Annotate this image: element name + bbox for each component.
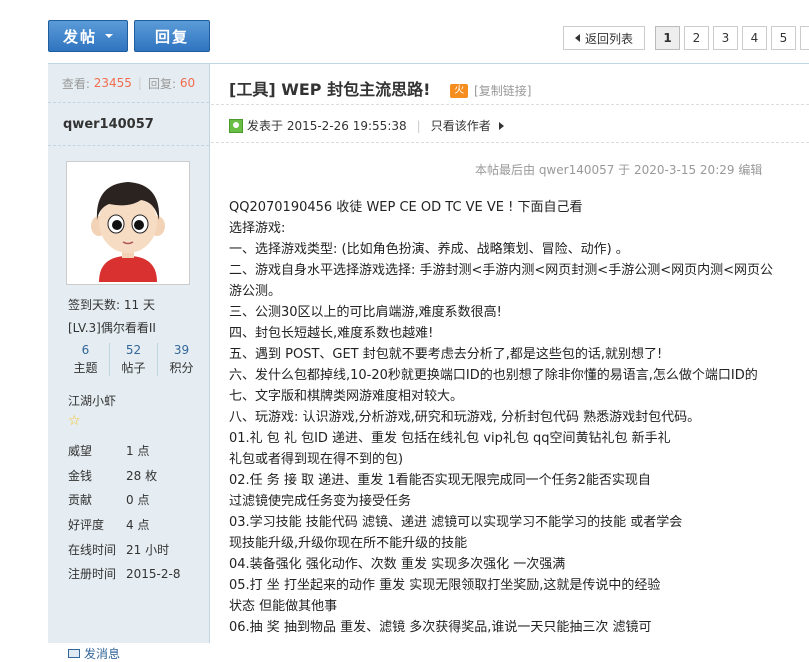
author-sidebar: 查看: 23455 | 回复: 60 qwer140057 签到天数: 11 天… xyxy=(48,64,210,661)
content-line: 六、发什么包都掉线,10-20秒就更换端口ID的也别想了除非你懂的易语言,怎么做… xyxy=(229,368,758,383)
count-topics[interactable]: 6 主题 xyxy=(62,343,110,376)
profile-row: 贡献 0 点 xyxy=(68,493,150,508)
content-line: 过滤镜使完成任务变为接受任务 xyxy=(229,494,412,509)
signin-days: 签到天数: 11 天 xyxy=(68,298,155,312)
author-only-link[interactable]: 只看该作者 xyxy=(431,117,491,134)
page-2[interactable]: 2 xyxy=(684,26,709,50)
profile-list: 威望 1 点 金钱 28 枚 贡献 0 点 好评度 4 点 在线时间 21 小时 注册时间… xyxy=(68,438,180,586)
hot-icon: 火 xyxy=(450,84,469,98)
content-line: 01.礼 包 礼 包ID 递进、重发 包括在线礼包 vip礼包 qq空间黄钻礼包… xyxy=(229,431,671,446)
profile-row: 在线时间 21 小时 xyxy=(68,542,170,557)
send-message-link[interactable]: 发消息 xyxy=(68,645,120,662)
page-4[interactable]: 4 xyxy=(742,26,767,50)
avatar[interactable] xyxy=(66,161,190,285)
post-main: [工具] WEP 封包主流思路! 火 [复制链接] 发表于 2015-2-26 … xyxy=(211,64,809,643)
chevron-right-icon xyxy=(498,121,504,130)
post-time: 发表于 2015-2-26 19:55:38 xyxy=(247,119,407,133)
content-line: 五、遇到 POST、GET 封包就不要考虑去分析了,都是这些包的话,就别想了! xyxy=(229,347,663,362)
views-label: 查看: xyxy=(61,76,90,91)
post-button-label: 发帖 xyxy=(62,27,97,46)
profile-row: 注册时间 2015-2-8 xyxy=(68,566,181,582)
user-counts: 6 主题 52 帖子 39 积分 xyxy=(62,343,205,376)
page-5[interactable]: 5 xyxy=(771,26,796,50)
content-line: 二、游戏自身水平选择游戏选择: 手游封测<手游内测<网页封测<手游公测<网页内测… xyxy=(229,263,773,278)
content-line: 06.抽 奖 抽到物品 重发、滤镜 多次获得奖品,谁说一天只能抽三次 滤镜可 xyxy=(229,620,652,635)
content-line: 02.任 务 接 取 递进、重发 1看能否实现无限完成同一个任务2能否实现自 xyxy=(229,473,651,488)
content-line: 现技能升级,升级你现在所不能升级的技能 xyxy=(229,536,468,551)
post-content: QQ2070190456 收徒 WEP CE OD TC VE VE ! 下面自… xyxy=(229,197,773,638)
reply-button[interactable]: 回复 xyxy=(134,20,210,52)
online-status-icon xyxy=(229,118,243,133)
content-line: 礼包或者得到现在得不到的包) xyxy=(229,452,404,467)
post-button[interactable]: 发帖 xyxy=(48,20,128,52)
user-group[interactable]: 江湖小虾 xyxy=(68,392,116,409)
content-line: QQ2070190456 收徒 WEP CE OD TC VE VE ! 下面自… xyxy=(229,200,583,215)
copy-link[interactable]: [复制链接] xyxy=(474,84,531,98)
pagination: 返回列表 1 2 3 4 5 6 xyxy=(563,26,809,50)
content-line: 七、文字版和棋牌类网游难度相对较大。 xyxy=(229,389,464,404)
count-points[interactable]: 39 积分 xyxy=(158,343,205,376)
content-line: 状态 但能做其他事 xyxy=(229,599,338,614)
count-posts[interactable]: 52 帖子 xyxy=(110,343,158,376)
author-name[interactable]: qwer140057 xyxy=(48,103,209,139)
content-line: 一、选择游戏类型: (比如角色扮演、养成、战略策划、冒险、动作) 。 xyxy=(229,242,629,257)
profile-row: 威望 1 点 xyxy=(68,443,150,458)
user-level[interactable]: [LV.3]偶尔看看II xyxy=(68,319,156,336)
edit-notice: 本帖最后由 qwer140057 于 2020-3-15 20:29 编辑 xyxy=(475,163,763,177)
send-message-label: 发消息 xyxy=(84,647,121,661)
profile-row: 金钱 28 枚 xyxy=(68,468,158,483)
replies-label: 回复: xyxy=(147,76,177,91)
envelope-icon xyxy=(68,649,80,658)
views-count: 23455 xyxy=(93,76,132,90)
content-line: 03.学习技能 技能代码 滤镜、递进 滤镜可以实现学习不能学习的技能 或者学会 xyxy=(229,515,683,530)
replies-count: 60 xyxy=(179,76,196,90)
content-line: 选择游戏: xyxy=(229,221,286,236)
star-icon: ☆ xyxy=(68,413,81,429)
back-to-list-button[interactable]: 返回列表 xyxy=(563,26,645,50)
content-line: 八、玩游戏: 认识游戏,分析游戏,研究和玩游戏, 分析封包代码 熟悉游戏封包代码… xyxy=(229,410,701,425)
back-to-list-label: 返回列表 xyxy=(584,31,633,46)
reply-button-label: 回复 xyxy=(154,27,189,46)
chevron-down-icon xyxy=(105,34,113,38)
content-line: 四、封包长短越长,难度系数也越难! xyxy=(229,326,434,341)
post-title-row: [工具] WEP 封包主流思路! 火 [复制链接] xyxy=(229,76,531,100)
profile-row: 好评度 4 点 xyxy=(68,517,150,532)
page-1[interactable]: 1 xyxy=(655,26,680,50)
chevron-left-icon xyxy=(574,34,580,42)
content-line: 04.装备强化 强化动作、次数 重发 实现多次强化 一次强满 xyxy=(229,557,566,572)
page-6[interactable]: 6 xyxy=(800,26,809,50)
content-line: 05.打 坐 打坐起来的动作 重发 实现无限领取打坐奖励,这就是传说中的经验 xyxy=(229,578,661,593)
post-title: [工具] WEP 封包主流思路! xyxy=(229,80,431,99)
content-line: 游公测。 xyxy=(229,284,282,299)
post-meta: 发表于 2015-2-26 19:55:38 | 只看该作者 xyxy=(229,117,504,134)
page-3[interactable]: 3 xyxy=(713,26,738,50)
thread-stats: 查看: 23455 | 回复: 60 xyxy=(48,64,209,103)
content-line: 三、公测30区以上的可比肩端游,难度系数很高! xyxy=(229,305,502,320)
